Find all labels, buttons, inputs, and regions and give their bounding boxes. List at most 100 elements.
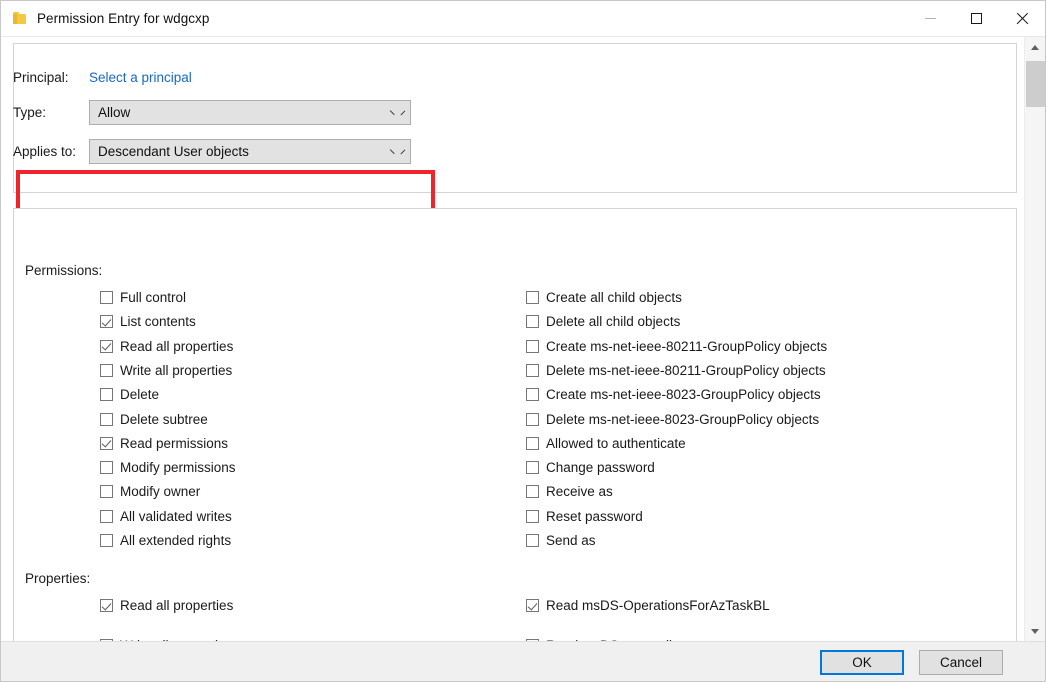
property-label: Read msDS-OperationsForAzTaskBL (546, 598, 770, 613)
checkbox-unchecked-icon[interactable] (526, 339, 539, 353)
checkbox-checked-icon[interactable] (100, 339, 113, 353)
maximize-icon (970, 13, 982, 24)
checkbox-unchecked-icon[interactable] (526, 388, 539, 402)
principal-row: Principal: Select a principal (13, 65, 192, 89)
permission-label: Create all child objects (546, 290, 682, 305)
permission-checkbox-row[interactable]: Delete all child objects (526, 313, 680, 333)
permission-checkbox-row[interactable]: All validated writes (100, 508, 232, 528)
applies-to-value: Descendant User objects (98, 143, 249, 159)
permission-checkbox-row[interactable]: Full control (100, 289, 186, 309)
permission-checkbox-row[interactable]: Delete (100, 386, 159, 406)
permission-label: Modify owner (120, 484, 201, 500)
ok-button[interactable]: OK (820, 650, 904, 675)
checkbox-unchecked-icon[interactable] (526, 291, 539, 304)
dialog-body: Principal: Select a principal Type: Allo… (1, 37, 1045, 641)
applies-to-dropdown[interactable]: Descendant User objects (89, 138, 411, 164)
permission-label: Write all properties (120, 362, 233, 378)
permission-label: Create ms-net-ieee-80211-GroupPolicy obj… (546, 338, 828, 354)
permission-checkbox-row[interactable]: Receive as (526, 483, 613, 503)
checkbox-unchecked-icon[interactable] (100, 291, 113, 304)
applies-to-label: Applies to: (13, 143, 77, 159)
checkbox-unchecked-icon[interactable] (526, 461, 539, 475)
scroll-up-button[interactable] (1025, 37, 1045, 57)
permission-checkbox-row[interactable]: Delete ms-net-ieee-80211-GroupPolicy obj… (526, 362, 826, 382)
permission-label: Read all properties (120, 338, 234, 354)
checkbox-checked-icon[interactable] (100, 599, 113, 612)
vertical-scrollbar[interactable] (1024, 37, 1045, 641)
checkbox-unchecked-icon[interactable] (100, 485, 113, 499)
permission-checkbox-row[interactable]: Modify permissions (100, 459, 236, 479)
principal-label: Principal: (13, 69, 69, 85)
permission-label: All validated writes (120, 508, 232, 524)
checkbox-unchecked-icon[interactable] (100, 412, 113, 426)
applies-to-row: Applies to: Descendant User objects (13, 138, 411, 164)
permission-label: Delete (120, 387, 160, 403)
checkbox-unchecked-icon[interactable] (100, 388, 113, 402)
chevron-up-icon (1031, 44, 1039, 50)
permission-checkbox-row[interactable]: Create ms-net-ieee-8023-GroupPolicy obje… (526, 386, 821, 406)
minimize-button[interactable] (907, 1, 953, 36)
close-button[interactable] (999, 1, 1045, 36)
property-label: Read all properties (120, 598, 234, 613)
permission-label: Change password (546, 460, 655, 476)
scroll-down-button[interactable] (1025, 621, 1045, 641)
permission-label: Delete subtree (120, 411, 208, 427)
checkbox-unchecked-icon[interactable] (526, 315, 539, 329)
permission-checkbox-row[interactable]: Read all properties (100, 338, 233, 358)
type-row: Type: Allow (13, 99, 411, 125)
window-title: Permission Entry for wdgcxp (37, 11, 210, 26)
permission-label: Delete all child objects (546, 314, 681, 330)
permission-label: Delete ms-net-ieee-8023-GroupPolicy obje… (546, 411, 820, 427)
permission-checkbox-row[interactable]: List contents (100, 313, 196, 333)
minimize-icon (924, 18, 936, 19)
maximize-button[interactable] (953, 1, 999, 36)
permissions-section-label: Permissions: (25, 263, 103, 278)
permission-label: Receive as (546, 484, 613, 500)
permission-checkbox-row[interactable]: Create ms-net-ieee-80211-GroupPolicy obj… (526, 338, 827, 358)
permission-checkbox-row[interactable]: Delete subtree (100, 411, 208, 431)
permission-label: All extended rights (120, 533, 232, 548)
checkbox-unchecked-icon[interactable] (100, 461, 113, 475)
scrollbar-thumb[interactable] (1026, 61, 1045, 107)
chevron-down-icon (1031, 628, 1039, 634)
permission-label: Modify permissions (120, 460, 236, 476)
permission-checkbox-row[interactable]: Send as (526, 532, 596, 552)
checkbox-checked-icon[interactable] (100, 315, 113, 329)
chevron-down-icon (390, 109, 399, 118)
checkbox-unchecked-icon[interactable] (526, 436, 539, 450)
type-label: Type: (13, 104, 47, 120)
checkbox-unchecked-icon[interactable] (526, 509, 539, 523)
property-checkbox-row[interactable]: Read all properties (100, 597, 233, 617)
permission-checkbox-row[interactable]: Create all child objects (526, 289, 682, 309)
folder-icon (12, 11, 28, 27)
window-controls (907, 1, 1045, 36)
checkbox-unchecked-icon[interactable] (526, 485, 539, 499)
permission-label: Send as (546, 533, 596, 548)
checkbox-checked-icon[interactable] (526, 599, 539, 612)
permission-checkbox-row[interactable]: Delete ms-net-ieee-8023-GroupPolicy obje… (526, 411, 819, 431)
permission-checkbox-row[interactable]: Modify owner (100, 483, 200, 503)
property-checkbox-row[interactable]: Read msDS-OperationsForAzTaskBL (526, 597, 770, 617)
select-principal-link[interactable]: Select a principal (89, 70, 192, 85)
permission-label: List contents (120, 314, 196, 330)
checkbox-unchecked-icon[interactable] (526, 412, 539, 426)
permission-checkbox-row[interactable]: Allowed to authenticate (526, 435, 686, 455)
permission-entry-dialog: Permission Entry for wdgcxp Principal: S… (0, 0, 1046, 682)
type-value: Allow (98, 104, 131, 120)
checkbox-unchecked-icon[interactable] (526, 363, 539, 377)
cancel-button[interactable]: Cancel (919, 650, 1003, 675)
permission-checkbox-row[interactable]: Write all properties (100, 362, 232, 382)
close-icon (1016, 12, 1029, 25)
type-dropdown[interactable]: Allow (89, 99, 411, 125)
permission-checkbox-row[interactable]: Change password (526, 459, 655, 479)
permission-checkbox-row[interactable]: Read permissions (100, 435, 228, 455)
dialog-footer: OK Cancel (1, 641, 1045, 681)
checkbox-unchecked-icon[interactable] (100, 509, 113, 523)
checkbox-unchecked-icon[interactable] (100, 363, 113, 377)
checkbox-checked-icon[interactable] (100, 436, 113, 450)
checkbox-unchecked-icon[interactable] (526, 534, 539, 547)
permission-checkbox-row[interactable]: All extended rights (100, 532, 231, 552)
permission-label: Full control (120, 290, 187, 305)
permission-checkbox-row[interactable]: Reset password (526, 508, 643, 528)
checkbox-unchecked-icon[interactable] (100, 534, 113, 547)
